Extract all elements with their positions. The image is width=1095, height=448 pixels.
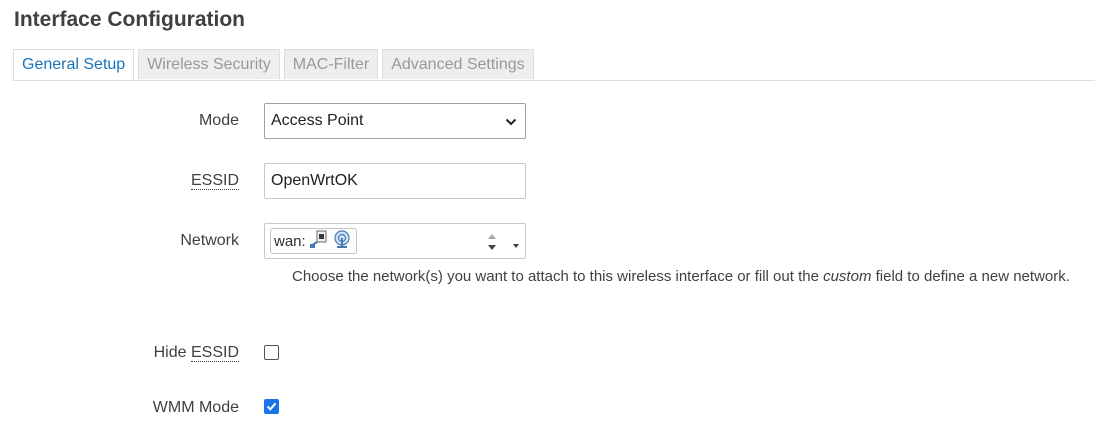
essid-input[interactable]: OpenWrtOK: [264, 163, 526, 199]
help-text-part: Choose the network(s) you want to attach…: [292, 268, 824, 285]
tab-mac-filter[interactable]: MAC-Filter: [283, 49, 379, 79]
dropdown-caret-icon[interactable]: [512, 237, 520, 255]
tab-wireless-security[interactable]: Wireless Security: [138, 49, 280, 79]
hide-essid-label: Hide ESSID: [14, 344, 239, 362]
essid-label: ESSID: [14, 172, 239, 190]
network-item-label: wan:: [274, 232, 306, 250]
page-title: Interface Configuration: [14, 8, 246, 31]
mode-select[interactable]: Access Point: [264, 103, 526, 139]
wmm-mode-checkbox[interactable]: [264, 399, 279, 414]
network-help-text: Choose the network(s) you want to attach…: [292, 265, 1082, 289]
wmm-mode-label: WMM Mode: [152, 399, 239, 416]
tab-advanced-settings[interactable]: Advanced Settings: [382, 49, 534, 79]
tab-general-setup[interactable]: General Setup: [13, 49, 135, 80]
essid-abbr: ESSID: [190, 172, 239, 190]
mode-label: Mode: [198, 112, 239, 129]
network-label: Network: [180, 232, 239, 249]
tab-bar: General Setup Wireless Security MAC-Filt…: [13, 49, 1095, 81]
help-text-part: field to define a new network.: [871, 268, 1070, 285]
ethernet-port-icon: [309, 229, 329, 253]
spinner-arrows-icon[interactable]: [485, 228, 499, 256]
chevron-down-icon: [505, 115, 517, 133]
network-selected-item[interactable]: wan:: [270, 228, 357, 254]
check-icon: [266, 402, 277, 411]
essid-abbr: ESSID: [190, 344, 239, 362]
hide-essid-label-prefix: Hide: [153, 344, 191, 361]
hide-essid-checkbox[interactable]: [264, 345, 279, 360]
help-text-emphasis: custom: [823, 268, 872, 285]
mode-selected-value: Access Point: [271, 112, 364, 129]
network-picker[interactable]: wan:: [264, 223, 526, 259]
wireless-network-icon: [332, 229, 352, 253]
